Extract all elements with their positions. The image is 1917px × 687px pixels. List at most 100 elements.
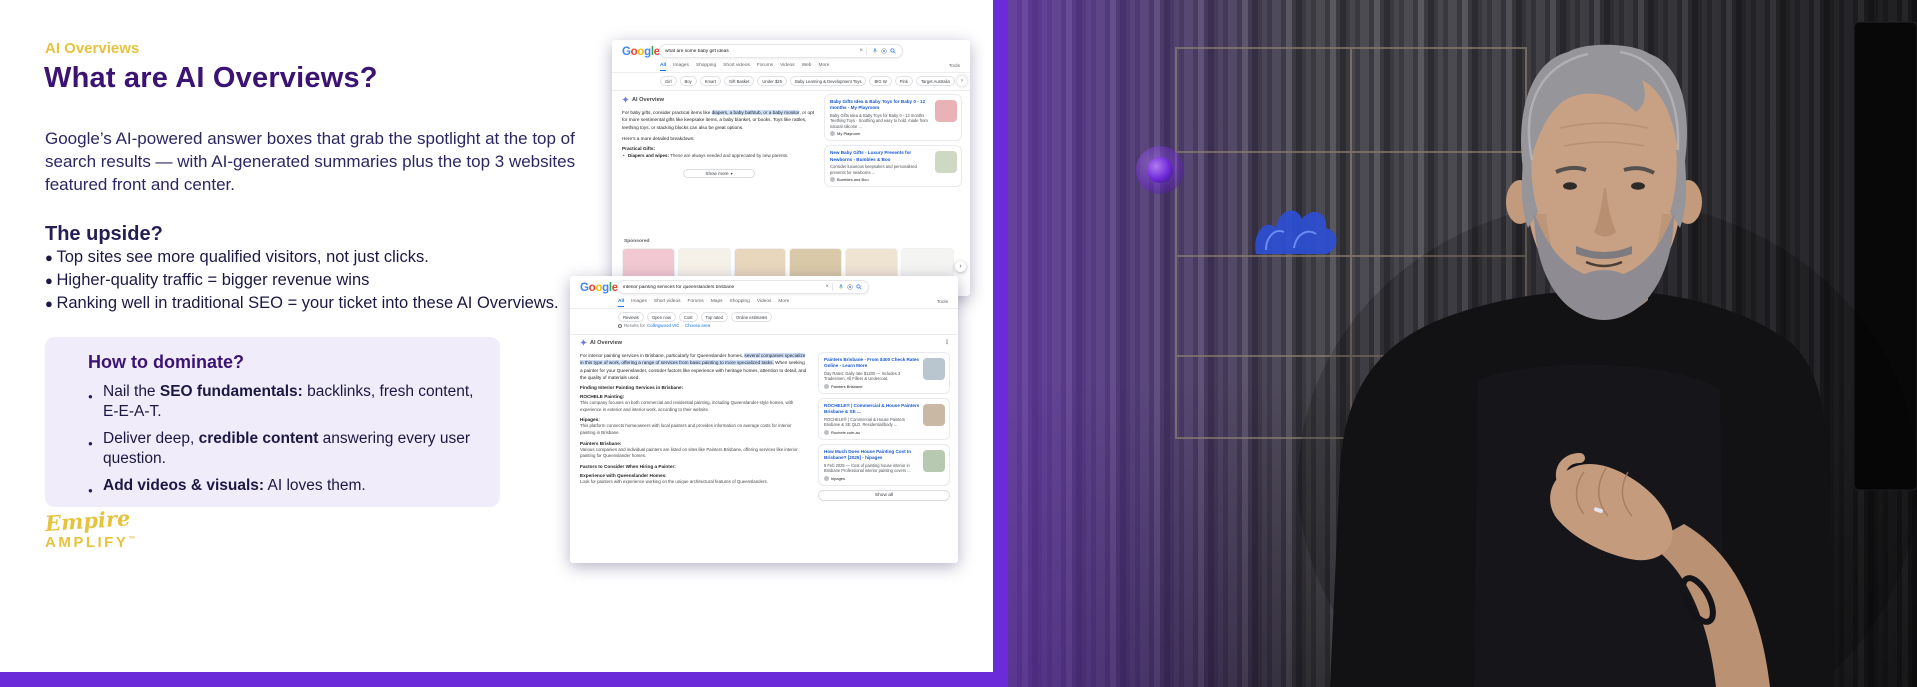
filter-chip[interactable]: Baby Learning & Development Toys (789, 76, 867, 86)
clear-icon[interactable]: × (859, 48, 863, 54)
mic-icon[interactable] (872, 48, 878, 54)
results-tab[interactable]: More (778, 299, 789, 307)
result-thumbnail (923, 403, 945, 426)
search-icon[interactable] (855, 284, 862, 290)
search-query[interactable]: what are some baby gift ideas (665, 49, 856, 54)
filter-chip[interactable]: Kmart (699, 76, 721, 86)
purple-divider (993, 0, 1008, 687)
results-tab[interactable]: Forums (757, 63, 773, 71)
results-tab[interactable]: All (660, 63, 667, 71)
breakdown-line: Here’s a more detailed breakdown: (622, 135, 695, 141)
result-title[interactable]: How Much Does House Painting Cost In Bri… (824, 449, 920, 461)
dominate-bullet: Nail the SEO fundamentals: backlinks, fr… (88, 382, 475, 422)
tools-button[interactable]: Tools (937, 300, 948, 305)
eye (1563, 182, 1577, 190)
results-tab[interactable]: All (618, 299, 625, 307)
sponsored-card[interactable]: New Baby Gifts - Luxury Presents for New… (824, 145, 962, 188)
practical-bullet: Diapers and wipes: These are always need… (622, 153, 816, 160)
filter-chip[interactable]: BIG W (869, 76, 892, 86)
ai-overview-text: For baby gifts, consider practical items… (622, 109, 816, 178)
results-tab[interactable]: Shopping (696, 63, 716, 71)
search-query[interactable]: interior painting services for queenslan… (623, 285, 822, 290)
sponsored-card[interactable]: Baby Gifts Idea & Baby Toys for Baby 0 -… (824, 94, 962, 142)
ai-overview-label: AI Overview (632, 96, 665, 103)
mic-icon[interactable] (838, 284, 844, 290)
results-tab[interactable]: More (818, 63, 829, 71)
results-tab[interactable]: Videos (757, 299, 772, 307)
ai-overview-label: AI Overview (590, 339, 623, 346)
more-options-icon[interactable]: ⋮ (944, 339, 950, 346)
google-logo-letter: g (602, 282, 609, 294)
ad-thumbnail (935, 151, 957, 174)
filter-chip[interactable]: Gift Basket (723, 76, 755, 86)
results-tab[interactable]: Shopping (730, 299, 750, 307)
ai-section-heading: Finding Interior Painting Services in Br… (580, 385, 684, 391)
logo-script-text: Empire (44, 505, 132, 537)
search-box[interactable]: what are some baby gift ideas × (659, 44, 903, 58)
filter-chip[interactable]: Target Australia (915, 76, 955, 86)
ad-title[interactable]: Baby Gifts Idea & Baby Toys for Baby 0 -… (830, 99, 932, 111)
google-logo-letter: G (622, 46, 631, 58)
slide-panel: AI Overviews What are AI Overviews? Goog… (0, 0, 993, 672)
favicon (824, 383, 829, 389)
results-tab[interactable]: Short videos (654, 299, 681, 307)
location-separator: · (681, 323, 683, 328)
results-tab[interactable]: Images (673, 63, 689, 71)
results-tab[interactable]: Maps (711, 299, 723, 307)
results-tab[interactable]: Short videos (723, 63, 750, 71)
ai-section-heading: Hipages: (580, 417, 600, 423)
location-link[interactable]: Collingwood VIC (647, 323, 679, 328)
results-tab[interactable]: Images (631, 299, 647, 307)
choose-area-link[interactable]: Choose area (685, 323, 710, 328)
clear-icon[interactable]: × (825, 284, 829, 290)
result-title[interactable]: Painters Brisbane - From $400 Check Rate… (824, 357, 920, 369)
filter-chip[interactable]: Cost (678, 312, 698, 322)
filter-chip[interactable]: Pink (894, 76, 913, 86)
ai-text-segment: diapers, a baby bathtub, or a baby monit… (711, 110, 800, 115)
chips-scroll-arrow[interactable]: › (957, 76, 967, 86)
ai-overview-icon (580, 339, 587, 346)
next-products-button[interactable]: › (955, 261, 966, 272)
results-tab[interactable]: Web (802, 63, 812, 71)
ai-text-segment: For baby gifts, consider practical items… (622, 110, 712, 115)
search-icon[interactable] (889, 48, 896, 54)
filter-chip[interactable]: Girl (660, 76, 677, 86)
filter-chip[interactable]: Reviews (618, 312, 644, 322)
filter-chip[interactable]: Top rated (700, 312, 729, 322)
google-logo: Google (580, 282, 618, 294)
result-card[interactable]: ROCHELE® | Commercial & House Painters B… (818, 397, 950, 440)
lens-icon[interactable] (880, 48, 887, 54)
upside-bullet: Ranking well in traditional SEO = your t… (45, 292, 558, 315)
ai-section: Finding Interior Painting Services in Br… (580, 385, 808, 390)
ad-title[interactable]: New Baby Gifts - Luxury Presents for New… (830, 150, 932, 162)
lens-icon[interactable] (846, 284, 853, 290)
filter-chip[interactable]: Online estimates (731, 312, 773, 322)
tools-button[interactable]: Tools (949, 64, 960, 69)
filter-chip[interactable]: Under $25 (757, 76, 787, 86)
ai-overview-paragraph: For baby gifts, consider practical items… (622, 109, 816, 131)
show-all-button[interactable]: Show all (818, 489, 950, 501)
result-card[interactable]: How Much Does House Painting Cost In Bri… (818, 443, 950, 486)
upside-bullet: Higher-quality traffic = bigger revenue … (45, 269, 559, 292)
upside-heading: The upside? (45, 223, 163, 245)
ai-section: Painters Brisbane: Various companies and… (580, 441, 808, 460)
separator (832, 283, 833, 291)
ai-section-body: This company focuses on both commercial … (580, 400, 794, 412)
ai-section: Factors to Consider When Hiring a Painte… (580, 464, 808, 469)
search-box[interactable]: interior painting services for queenslan… (617, 280, 869, 294)
filter-chip[interactable]: Open now (646, 312, 676, 322)
ad-description: Consider luxurious keepsakes and persona… (830, 164, 917, 175)
filter-chip[interactable]: Boy (679, 76, 697, 86)
dominate-box: How to dominate? Nail the SEO fundamenta… (45, 337, 500, 507)
result-title[interactable]: ROCHELE® | Commercial & House Painters B… (824, 403, 920, 415)
results-tab[interactable]: Videos (780, 63, 795, 71)
result-thumbnail (923, 358, 945, 380)
result-card[interactable]: Painters Brisbane - From $400 Check Rate… (818, 352, 950, 394)
google-logo-letter: g (644, 46, 651, 58)
google-screenshot-painting: Google interior painting services for qu… (570, 276, 958, 563)
ai-overview-header: AI Overview ⋮ (580, 339, 950, 346)
intro-text: Google’s AI-powered answer boxes that gr… (45, 129, 576, 194)
ai-section-heading: Painters Brisbane: (580, 440, 622, 446)
show-more-button[interactable]: Show more ▾ (683, 168, 755, 178)
results-tab[interactable]: Forums (688, 299, 704, 307)
